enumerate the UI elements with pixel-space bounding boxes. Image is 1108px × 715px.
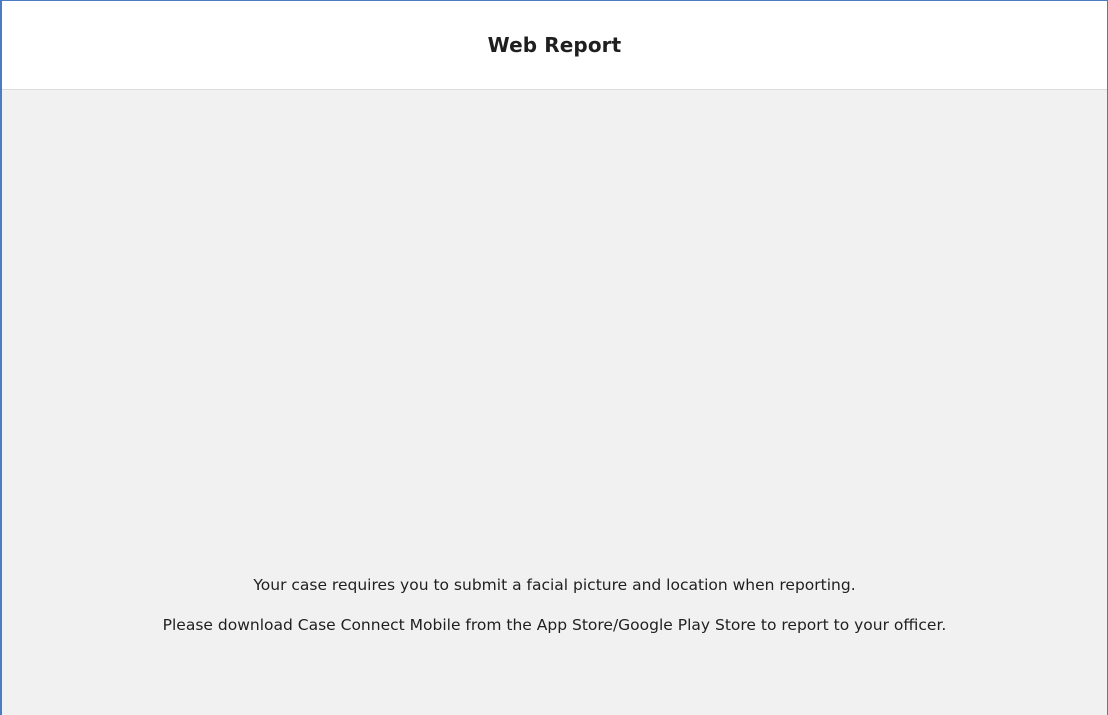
download-instruction-message: Please download Case Connect Mobile from… — [162, 616, 947, 634]
requirement-message: Your case requires you to submit a facia… — [253, 576, 856, 594]
page-title: Web Report — [487, 33, 622, 57]
page-header: Web Report — [2, 1, 1107, 90]
web-report-window: Web Report Your case requires you to sub… — [0, 0, 1108, 715]
content-area: Your case requires you to submit a facia… — [2, 90, 1107, 715]
